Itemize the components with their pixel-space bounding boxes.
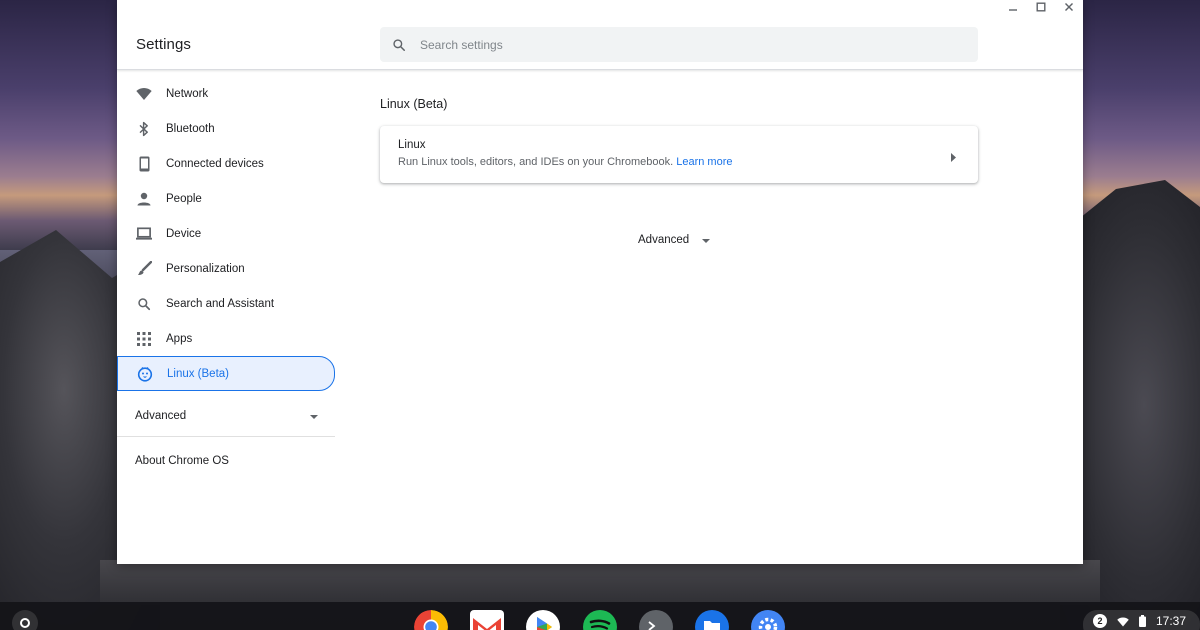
laptop-icon <box>136 226 152 242</box>
sidebar-nav: Network Bluetooth Connected devices Peop… <box>117 76 337 485</box>
clock: 17:37 <box>1156 614 1187 628</box>
sidebar-item-label: Network <box>166 87 209 100</box>
gmail-app-icon[interactable] <box>470 610 504 630</box>
play-store-app-icon[interactable] <box>526 610 560 630</box>
bluetooth-icon <box>136 121 152 137</box>
sidebar-item-label: Connected devices <box>166 157 264 170</box>
maximize-button[interactable] <box>1027 0 1055 14</box>
sidebar-item-linux-beta[interactable]: Linux (Beta) <box>117 356 335 391</box>
search-input[interactable] <box>420 37 960 52</box>
search-box[interactable] <box>380 27 978 62</box>
page-title: Linux (Beta) <box>380 97 448 111</box>
search-icon <box>136 296 152 312</box>
sidebar-item-personalization[interactable]: Personalization <box>117 251 337 286</box>
close-button[interactable] <box>1055 0 1083 14</box>
maximize-icon <box>1036 2 1046 12</box>
sidebar-item-bluetooth[interactable]: Bluetooth <box>117 111 337 146</box>
sidebar-item-search-and-assistant[interactable]: Search and Assistant <box>117 286 337 321</box>
status-tray[interactable]: 2 17:37 <box>1083 610 1200 630</box>
penguin-icon <box>137 366 153 382</box>
sidebar-item-label: Search and Assistant <box>166 297 275 310</box>
wallpaper-rock-bottom <box>100 560 1100 605</box>
search-icon <box>380 38 418 52</box>
app-title: Settings <box>136 36 191 53</box>
linux-card-description: Run Linux tools, editors, and IDEs on yo… <box>398 156 732 168</box>
linux-card-description-text: Run Linux tools, editors, and IDEs on yo… <box>398 156 674 168</box>
files-app-icon[interactable] <box>695 610 729 630</box>
brush-icon <box>136 261 152 277</box>
sidebar-advanced-toggle[interactable]: Advanced <box>117 395 335 437</box>
close-icon <box>1065 3 1073 11</box>
minimize-button[interactable] <box>999 0 1027 14</box>
terminal-app-icon[interactable] <box>639 610 673 630</box>
wifi-icon <box>1117 614 1129 630</box>
chrome-app-icon[interactable] <box>414 610 448 630</box>
battery-icon <box>1139 614 1146 630</box>
sidebar-item-network[interactable]: Network <box>117 76 337 111</box>
sidebar-item-apps[interactable]: Apps <box>117 321 337 356</box>
launcher-circle-icon <box>20 618 30 628</box>
notification-badge: 2 <box>1093 614 1107 628</box>
sidebar-item-label: Bluetooth <box>166 122 215 135</box>
sidebar-item-label: Personalization <box>166 262 245 275</box>
minimize-icon <box>1009 9 1017 11</box>
linux-settings-card[interactable]: Linux Run Linux tools, editors, and IDEs… <box>380 126 978 183</box>
chevron-down-icon <box>701 231 711 249</box>
linux-card-title: Linux <box>398 139 426 151</box>
sidebar-advanced-label: Advanced <box>135 409 187 422</box>
sidebar-about-chrome-os[interactable]: About Chrome OS <box>117 437 337 485</box>
sidebar-item-connected-devices[interactable]: Connected devices <box>117 146 337 181</box>
shelf: 2 17:37 <box>0 602 1200 630</box>
main-advanced-toggle[interactable]: Advanced <box>638 231 711 249</box>
sidebar-item-label: Linux (Beta) <box>167 367 230 380</box>
spotify-app-icon[interactable] <box>583 610 617 630</box>
apps-grid-icon <box>136 331 152 347</box>
sidebar-item-people[interactable]: People <box>117 181 337 216</box>
phone-icon <box>136 156 152 172</box>
settings-app-icon[interactable] <box>751 610 785 630</box>
wifi-icon <box>136 86 152 102</box>
person-icon <box>136 191 152 207</box>
chevron-down-icon <box>309 407 319 425</box>
settings-window: Settings Network B <box>117 0 1083 564</box>
launcher-button[interactable] <box>12 610 38 630</box>
chevron-right-icon <box>951 149 956 167</box>
main-advanced-label: Advanced <box>638 234 690 246</box>
learn-more-link[interactable]: Learn more <box>676 156 732 168</box>
sidebar-item-label: Device <box>166 227 202 240</box>
sidebar-item-label: People <box>166 192 202 205</box>
sidebar-item-device[interactable]: Device <box>117 216 337 251</box>
window-controls <box>999 0 1083 14</box>
sidebar-item-label: Apps <box>166 332 193 345</box>
settings-header: Settings <box>117 0 1083 70</box>
